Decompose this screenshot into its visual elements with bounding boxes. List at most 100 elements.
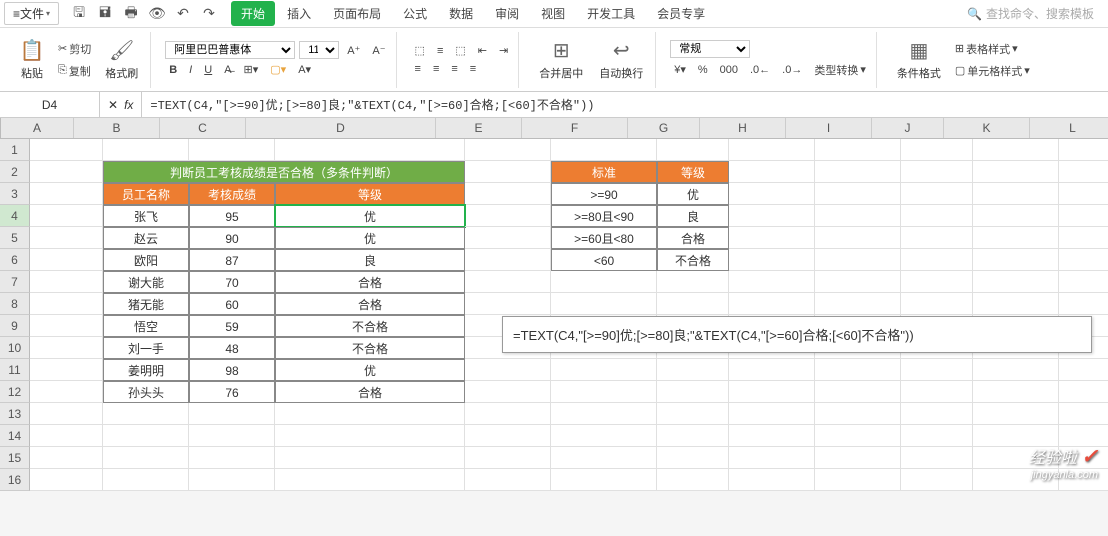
cell[interactable]: 良	[657, 205, 729, 227]
cell[interactable]	[729, 205, 815, 227]
row-header-8[interactable]: 8	[0, 293, 30, 315]
cell[interactable]	[275, 139, 465, 161]
cell[interactable]	[815, 447, 901, 469]
preview-icon[interactable]: 👁	[149, 6, 165, 22]
wrap-button[interactable]: ↩ 自动换行	[593, 37, 649, 83]
cell[interactable]	[729, 425, 815, 447]
cell[interactable]: 98	[189, 359, 275, 381]
cell[interactable]: 良	[275, 249, 465, 271]
cell[interactable]	[30, 381, 103, 403]
cell[interactable]	[729, 271, 815, 293]
cell[interactable]	[657, 469, 729, 491]
cell[interactable]: 员工名称	[103, 183, 189, 205]
cell[interactable]	[815, 271, 901, 293]
save-as-icon[interactable]: 🖬	[97, 6, 113, 22]
row-header-14[interactable]: 14	[0, 425, 30, 447]
cell[interactable]	[973, 271, 1059, 293]
bold-button[interactable]: B	[165, 62, 181, 78]
cell[interactable]: 判断员工考核成绩是否合格（多条件判断）	[103, 161, 465, 183]
cell[interactable]	[657, 271, 729, 293]
cell[interactable]	[729, 227, 815, 249]
cell[interactable]	[465, 139, 551, 161]
row-header-13[interactable]: 13	[0, 403, 30, 425]
cell[interactable]: 考核成绩	[189, 183, 275, 205]
cell[interactable]	[973, 293, 1059, 315]
indent-inc[interactable]: ⇥	[495, 42, 512, 59]
col-header-D[interactable]: D	[246, 118, 436, 138]
cell[interactable]	[465, 249, 551, 271]
cell[interactable]	[815, 227, 901, 249]
cell[interactable]	[465, 403, 551, 425]
cell[interactable]: >=60且<80	[551, 227, 657, 249]
italic-button[interactable]: I	[185, 62, 196, 78]
col-header-G[interactable]: G	[628, 118, 700, 138]
indent-dec[interactable]: ⇤	[474, 42, 491, 59]
cell[interactable]: 孙头头	[103, 381, 189, 403]
cell[interactable]	[901, 381, 973, 403]
cell[interactable]	[729, 161, 815, 183]
align-bottom[interactable]: ⬚	[451, 42, 469, 59]
cell[interactable]	[1059, 359, 1108, 381]
cell[interactable]: 优	[275, 359, 465, 381]
cell[interactable]	[465, 271, 551, 293]
cell[interactable]	[189, 425, 275, 447]
cell[interactable]: >=90	[551, 183, 657, 205]
cell[interactable]	[973, 359, 1059, 381]
cell[interactable]: 合格	[275, 293, 465, 315]
cell[interactable]	[973, 161, 1059, 183]
cell[interactable]	[815, 293, 901, 315]
cell[interactable]	[815, 161, 901, 183]
row-header-16[interactable]: 16	[0, 469, 30, 491]
col-header-I[interactable]: I	[786, 118, 872, 138]
table-style-button[interactable]: ⊞表格样式▾	[951, 39, 1034, 59]
cell[interactable]	[465, 359, 551, 381]
cell[interactable]	[465, 293, 551, 315]
cell[interactable]: 悟空	[103, 315, 189, 337]
cell[interactable]	[1059, 205, 1108, 227]
cell[interactable]	[729, 249, 815, 271]
border-button[interactable]: ⊞▾	[240, 61, 263, 78]
row-header-6[interactable]: 6	[0, 249, 30, 271]
tab-formula[interactable]: 公式	[393, 1, 437, 26]
cell[interactable]	[815, 425, 901, 447]
cell[interactable]	[973, 249, 1059, 271]
cell[interactable]: 95	[189, 205, 275, 227]
col-header-F[interactable]: F	[522, 118, 628, 138]
cell[interactable]	[30, 161, 103, 183]
name-box[interactable]: D4	[0, 92, 100, 117]
tab-insert[interactable]: 插入	[277, 1, 321, 26]
cell[interactable]	[465, 447, 551, 469]
dec-inc[interactable]: .0←	[746, 62, 774, 78]
save-icon[interactable]: 🖫	[71, 6, 87, 22]
col-header-J[interactable]: J	[872, 118, 944, 138]
cell[interactable]	[1059, 161, 1108, 183]
cell[interactable]	[30, 403, 103, 425]
cell[interactable]	[973, 205, 1059, 227]
cell[interactable]	[1059, 293, 1108, 315]
cell[interactable]	[30, 447, 103, 469]
cell[interactable]	[901, 139, 973, 161]
cell[interactable]	[729, 139, 815, 161]
cell[interactable]	[901, 425, 973, 447]
cell[interactable]	[815, 359, 901, 381]
col-header-E[interactable]: E	[436, 118, 522, 138]
row-header-9[interactable]: 9	[0, 315, 30, 337]
cell[interactable]	[30, 293, 103, 315]
formula-input[interactable]: =TEXT(C4,"[>=90]优;[>=80]良;"&TEXT(C4,"[>=…	[142, 96, 1108, 113]
tab-data[interactable]: 数据	[439, 1, 483, 26]
merge-button[interactable]: ⊞ 合并居中	[533, 37, 589, 83]
cell[interactable]	[465, 425, 551, 447]
cells-grid[interactable]: 判断员工考核成绩是否合格（多条件判断）标准等级员工名称考核成绩等级>=90优张飞…	[30, 139, 1108, 491]
cell[interactable]	[275, 447, 465, 469]
cell[interactable]: 87	[189, 249, 275, 271]
cell[interactable]	[1059, 271, 1108, 293]
cell[interactable]	[729, 447, 815, 469]
cell[interactable]	[30, 469, 103, 491]
tab-review[interactable]: 审阅	[485, 1, 529, 26]
cell[interactable]: <60	[551, 249, 657, 271]
cell[interactable]	[901, 447, 973, 469]
cell[interactable]: 不合格	[275, 337, 465, 359]
font-color-button[interactable]: A▾	[294, 61, 315, 78]
cell[interactable]: 刘一手	[103, 337, 189, 359]
currency-button[interactable]: ¥▾	[670, 61, 690, 78]
